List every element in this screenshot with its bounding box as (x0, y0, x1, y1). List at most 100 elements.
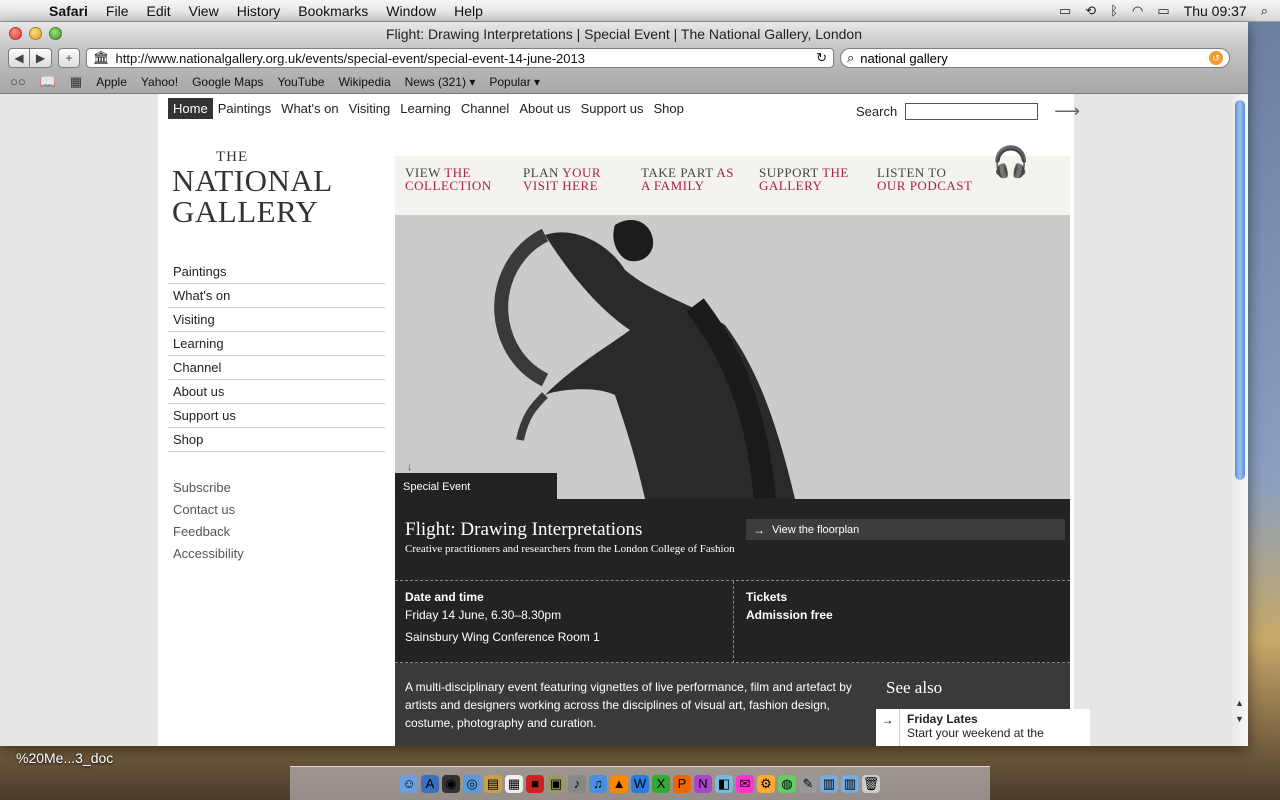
reading-list-icon[interactable]: ○○ (10, 74, 26, 89)
menu-window[interactable]: Window (377, 3, 445, 19)
menu-view[interactable]: View (180, 3, 228, 19)
bookmark-youtube[interactable]: YouTube (277, 75, 324, 89)
mail-icon[interactable]: ✉ (736, 774, 754, 793)
vlc-icon[interactable]: ▲ (610, 774, 628, 793)
menu-app[interactable]: Safari (40, 3, 97, 19)
leftnav-channel[interactable]: Channel (168, 356, 385, 380)
leftnav-paintings[interactable]: Paintings (168, 260, 385, 284)
vertical-scrollbar[interactable]: ▲ ▼ (1232, 94, 1248, 746)
search-query[interactable]: national gallery (860, 51, 1203, 66)
add-bookmark-button[interactable]: + (58, 48, 80, 68)
link-accessibility[interactable]: Accessibility (173, 546, 244, 568)
forward-button[interactable]: ▶ (30, 48, 52, 68)
scroll-down-icon[interactable]: ▼ (1235, 714, 1244, 724)
bookmark-wikipedia[interactable]: Wikipedia (339, 75, 391, 89)
snapback-icon[interactable]: ↺ (1209, 51, 1223, 65)
iphoto-icon[interactable]: ▣ (547, 774, 565, 793)
leftnav-support-us[interactable]: Support us (168, 404, 385, 428)
menu-bookmarks[interactable]: Bookmarks (289, 3, 377, 19)
powerpoint-icon[interactable]: P (673, 774, 691, 793)
menu-help[interactable]: Help (445, 3, 492, 19)
messages-icon[interactable]: ◍ (778, 774, 796, 793)
leftnav-visiting[interactable]: Visiting (168, 308, 385, 332)
bookmark-apple[interactable]: Apple (96, 75, 127, 89)
battery-icon[interactable]: ▭ (1157, 3, 1169, 19)
view-floorplan-button[interactable]: → View the floorplan (746, 519, 1065, 540)
calendar-icon[interactable]: ▦ (505, 774, 523, 793)
search-field[interactable]: ⌕ national gallery ↺ (840, 48, 1230, 68)
onenote-icon[interactable]: N (694, 774, 712, 793)
menu-file[interactable]: File (97, 3, 138, 19)
link-contact-us[interactable]: Contact us (173, 502, 244, 524)
scroll-thumb[interactable] (1235, 100, 1245, 480)
display-icon[interactable]: ▭ (1059, 3, 1071, 19)
reload-icon[interactable]: ↻ (816, 50, 827, 66)
bluetooth-icon[interactable]: ᛒ (1110, 3, 1118, 18)
topnav-channel[interactable]: Channel (456, 98, 514, 119)
link-feedback[interactable]: Feedback (173, 524, 244, 546)
scroll-up-icon[interactable]: ▲ (1235, 698, 1244, 708)
promo-podcast[interactable]: Listen to our podcast (877, 166, 973, 205)
link-subscribe[interactable]: Subscribe (173, 480, 244, 502)
leftnav-learning[interactable]: Learning (168, 332, 385, 356)
floorplan-label: View the floorplan (772, 523, 860, 536)
see-also-card[interactable]: → Friday Lates Start your weekend at the (876, 709, 1090, 746)
url-text[interactable]: http://www.nationalgallery.org.uk/events… (116, 51, 811, 66)
leftnav-shop[interactable]: Shop (168, 428, 385, 452)
topnav-learning[interactable]: Learning (395, 98, 456, 119)
dashboard-icon[interactable]: ◉ (442, 774, 460, 793)
topnav-home[interactable]: Home (168, 98, 213, 119)
back-button[interactable]: ◀ (8, 48, 30, 68)
trash-icon[interactable]: 🗑 (862, 774, 880, 793)
bookmarks-book-icon[interactable]: 📖 (40, 74, 56, 90)
time-machine-icon[interactable]: ⟲ (1085, 3, 1096, 19)
national-gallery-logo[interactable]: THE NATIONAL GALLERY (172, 150, 333, 228)
preview-icon[interactable]: ◧ (715, 774, 733, 793)
promo-support[interactable]: Support the gallery (759, 166, 855, 205)
desktop-file-label[interactable]: %20Me...3_doc (16, 750, 113, 766)
photo-booth-icon[interactable]: ■ (526, 774, 544, 793)
bookmark-popular[interactable]: Popular ▾ (489, 75, 540, 89)
leftnav-whats-on[interactable]: What's on (168, 284, 385, 308)
topnav-whats-on[interactable]: What's on (276, 98, 343, 119)
topnav-shop[interactable]: Shop (649, 98, 689, 119)
spotlight-icon[interactable]: ⌕ (1261, 3, 1268, 19)
itunes-icon[interactable]: ♫ (589, 774, 607, 793)
bookmark-yahoo[interactable]: Yahoo! (141, 75, 178, 89)
bookmark-google-maps[interactable]: Google Maps (192, 75, 263, 89)
bookmark-news[interactable]: News (321) ▾ (405, 75, 476, 89)
finder-icon[interactable]: ☺ (400, 774, 418, 793)
site-search-input[interactable] (905, 103, 1039, 120)
promo-highlight: our podcast (877, 178, 973, 193)
system-preferences-icon[interactable]: ⚙ (757, 774, 775, 793)
zoom-window-button[interactable] (49, 27, 62, 40)
wifi-icon[interactable]: ◠ (1132, 3, 1143, 19)
excel-icon[interactable]: X (652, 774, 670, 793)
safari-icon[interactable]: ◎ (463, 774, 481, 793)
menu-history[interactable]: History (228, 3, 290, 19)
arrow-right-icon: → (753, 522, 765, 537)
promo-take-part[interactable]: Take part as a family (641, 166, 737, 205)
close-window-button[interactable] (9, 27, 22, 40)
down-arrow-icon: ↓ (407, 461, 413, 473)
topnav-about-us[interactable]: About us (514, 98, 575, 119)
contacts-icon[interactable]: ▤ (484, 774, 502, 793)
leftnav-about-us[interactable]: About us (168, 380, 385, 404)
minimize-window-button[interactable] (29, 27, 42, 40)
textedit-icon[interactable]: ✎ (799, 774, 817, 793)
address-bar[interactable]: 🏛 http://www.nationalgallery.org.uk/even… (86, 48, 834, 68)
top-sites-grid-icon[interactable]: ▦ (70, 74, 82, 90)
downloads-folder-icon[interactable]: ▥ (820, 774, 838, 793)
search-go-arrow-icon[interactable]: ⟶ (1054, 101, 1080, 122)
app-store-icon[interactable]: A (421, 774, 439, 793)
promo-plan-visit[interactable]: Plan your visit here (523, 166, 619, 205)
word-icon[interactable]: W (631, 774, 649, 793)
topnav-support-us[interactable]: Support us (576, 98, 649, 119)
documents-folder-icon[interactable]: ▥ (841, 774, 859, 793)
menu-edit[interactable]: Edit (137, 3, 179, 19)
topnav-visiting[interactable]: Visiting (344, 98, 396, 119)
clock[interactable]: Thu 09:37 (1184, 3, 1247, 19)
garageband-icon[interactable]: ♪ (568, 774, 586, 793)
promo-view-collection[interactable]: View the collection (405, 166, 501, 205)
topnav-paintings[interactable]: Paintings (213, 98, 276, 119)
